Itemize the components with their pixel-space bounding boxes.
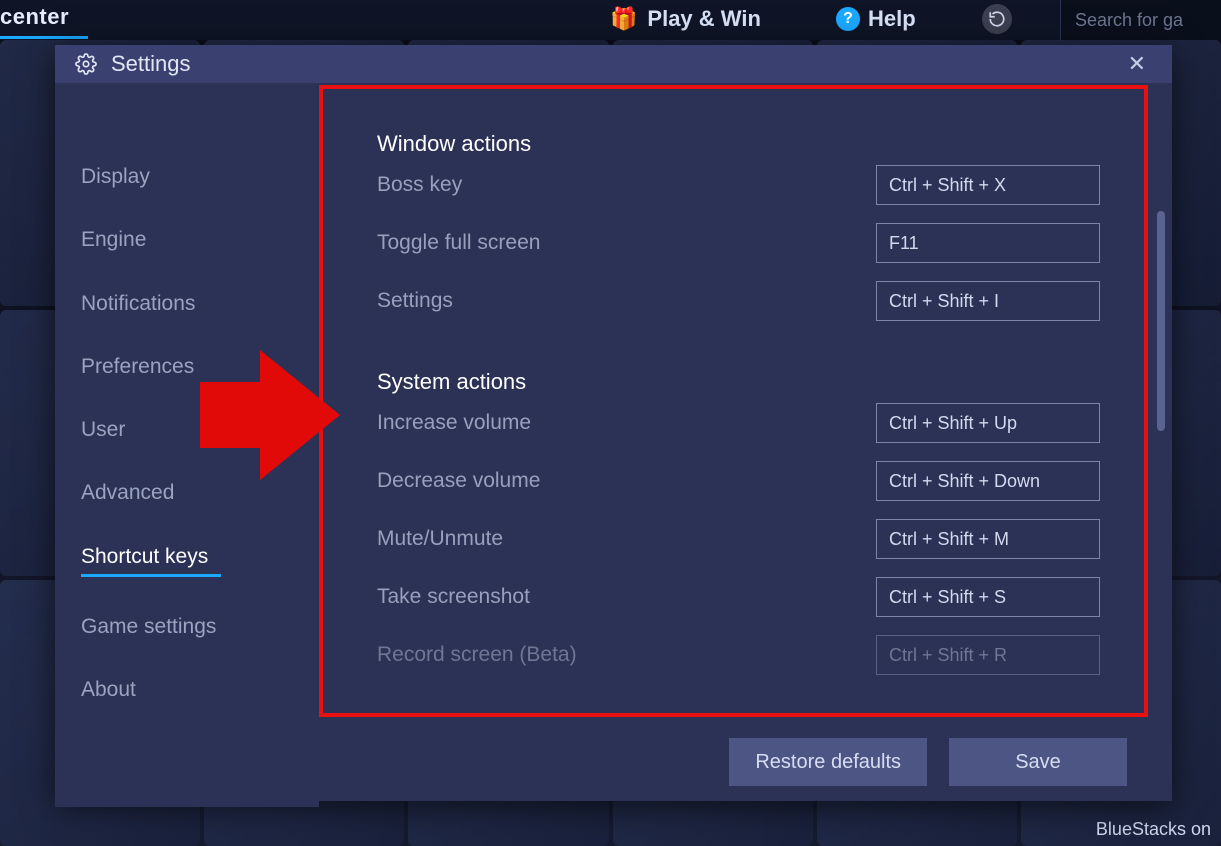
modal-title: Settings <box>111 51 191 77</box>
shortcut-row: Increase volume Ctrl + Shift + Up <box>377 403 1100 443</box>
section-title: System actions <box>377 369 1100 395</box>
modal-header: Settings ✕ <box>55 45 1172 83</box>
close-button[interactable]: ✕ <box>1122 45 1152 83</box>
app-tab-label[interactable]: center <box>0 4 69 30</box>
history-icon <box>988 10 1006 28</box>
shortcut-input[interactable]: Ctrl + Shift + I <box>876 281 1100 321</box>
help-link[interactable]: ? Help <box>836 6 916 32</box>
shortcut-row: Record screen (Beta) Ctrl + Shift + R <box>377 635 1100 675</box>
play-win-label: Play & Win <box>647 6 761 32</box>
footer-text: BlueStacks on <box>1096 819 1211 840</box>
sidebar-item-notifications[interactable]: Notifications <box>55 272 319 335</box>
close-icon: ✕ <box>1128 51 1146 76</box>
search-input[interactable]: Search for ga <box>1060 0 1221 40</box>
shortcut-input[interactable]: Ctrl + Shift + S <box>876 577 1100 617</box>
sidebar-item-label: About <box>81 678 136 701</box>
sidebar-item-display[interactable]: Display <box>55 145 319 208</box>
help-label: Help <box>868 6 916 32</box>
sidebar-item-label: Notifications <box>81 292 195 315</box>
shortcut-label: Record screen (Beta) <box>377 643 577 667</box>
shortcut-input[interactable]: Ctrl + Shift + Up <box>876 403 1100 443</box>
shortcut-label: Toggle full screen <box>377 231 540 255</box>
sidebar-item-engine[interactable]: Engine <box>55 208 319 271</box>
shortcut-label: Boss key <box>377 173 462 197</box>
modal-footer: Restore defaults Save <box>319 717 1152 807</box>
sidebar-item-label: Display <box>81 165 150 188</box>
sidebar-item-label: Engine <box>81 228 146 251</box>
shortcut-row: Boss key Ctrl + Shift + X <box>377 165 1100 205</box>
scrollbar-track[interactable] <box>1159 147 1169 799</box>
shortcut-label: Increase volume <box>377 411 531 435</box>
shortcut-input[interactable]: Ctrl + Shift + Down <box>876 461 1100 501</box>
sidebar-item-shortcut-keys[interactable]: Shortcut keys <box>55 525 319 595</box>
shortcut-input[interactable]: F11 <box>876 223 1100 263</box>
sidebar-item-label: User <box>81 418 125 441</box>
scrollbar-thumb[interactable] <box>1157 211 1165 431</box>
shortcut-keys-panel: Window actions Boss key Ctrl + Shift + X To… <box>319 85 1148 717</box>
shortcut-label: Take screenshot <box>377 585 530 609</box>
sidebar-item-label: Game settings <box>81 615 216 638</box>
restore-defaults-button[interactable]: Restore defaults <box>729 738 927 786</box>
sidebar-item-label: Advanced <box>81 481 174 504</box>
shortcut-row: Decrease volume Ctrl + Shift + Down <box>377 461 1100 501</box>
search-placeholder: Search for ga <box>1075 10 1183 31</box>
sidebar-item-label: Shortcut keys <box>81 545 208 568</box>
history-button[interactable] <box>982 4 1012 34</box>
shortcut-label: Settings <box>377 289 453 313</box>
shortcut-row: Settings Ctrl + Shift + I <box>377 281 1100 321</box>
sidebar-item-about[interactable]: About <box>55 658 319 721</box>
shortcut-row: Take screenshot Ctrl + Shift + S <box>377 577 1100 617</box>
app-tab-underline <box>0 36 88 39</box>
save-button[interactable]: Save <box>949 738 1127 786</box>
annotation-arrow-icon <box>200 350 340 480</box>
shortcut-row: Toggle full screen F11 <box>377 223 1100 263</box>
shortcut-label: Mute/Unmute <box>377 527 503 551</box>
active-underline <box>81 574 221 577</box>
sidebar-item-label: Preferences <box>81 355 194 378</box>
help-icon: ? <box>836 7 860 31</box>
gift-icon: 🎁 <box>610 6 637 32</box>
shortcut-row: Mute/Unmute Ctrl + Shift + M <box>377 519 1100 559</box>
play-and-win-link[interactable]: 🎁 Play & Win <box>610 6 761 32</box>
section-title: Window actions <box>377 131 1100 157</box>
shortcut-input[interactable]: Ctrl + Shift + M <box>876 519 1100 559</box>
app-top-bar: center 🎁 Play & Win ? Help Search for ga <box>0 0 1221 40</box>
sidebar-item-game-settings[interactable]: Game settings <box>55 595 319 658</box>
shortcut-input[interactable]: Ctrl + Shift + R <box>876 635 1100 675</box>
shortcut-input[interactable]: Ctrl + Shift + X <box>876 165 1100 205</box>
gear-icon <box>75 53 97 75</box>
shortcut-label: Decrease volume <box>377 469 540 493</box>
